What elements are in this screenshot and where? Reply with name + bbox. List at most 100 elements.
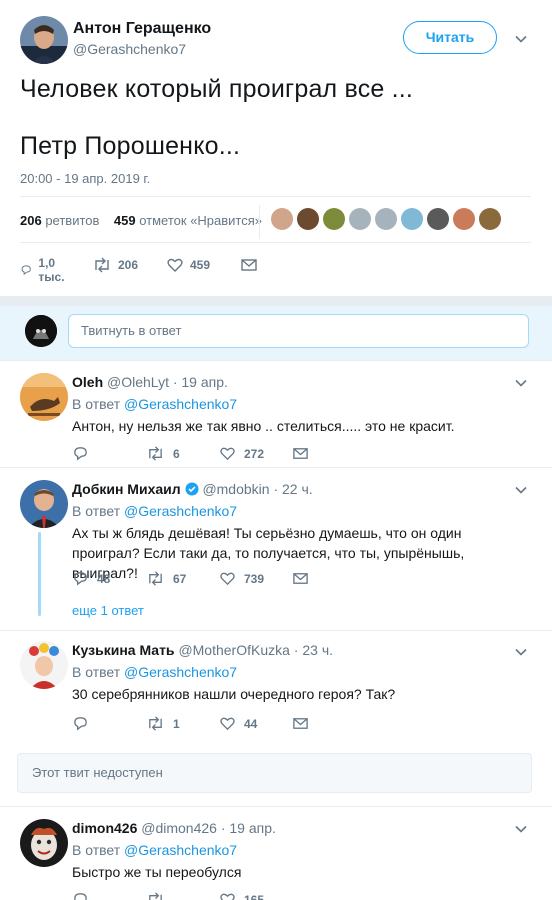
reply-button[interactable]: 48 bbox=[72, 570, 110, 587]
direct-message-button[interactable] bbox=[292, 445, 309, 462]
reply-tweet[interactable]: dimon426 @dimon426 · 19 апр. В ответ @Ge… bbox=[0, 806, 552, 900]
like-count: 44 bbox=[244, 716, 258, 731]
retweet-button[interactable]: 1 bbox=[146, 715, 180, 732]
in-reply-to-link[interactable]: @Gerashchenko7 bbox=[124, 842, 237, 858]
reply-avatar[interactable] bbox=[20, 480, 68, 528]
chevron-down-icon[interactable] bbox=[514, 822, 528, 836]
in-reply-to-link[interactable]: @Gerashchenko7 bbox=[124, 664, 237, 680]
divider bbox=[20, 242, 531, 243]
reply-count: 1,0 тыс. bbox=[38, 256, 65, 284]
retweet-icon bbox=[95, 257, 109, 273]
retweet-button[interactable]: 206 bbox=[92, 256, 138, 274]
retweet-icon bbox=[149, 892, 162, 900]
reply-text: Антон, ну нельзя же так явно .. стелитьс… bbox=[72, 418, 455, 434]
main-tweet: Антон Геращенко @Gerashchenko7 Читать Че… bbox=[0, 0, 552, 296]
reply-icon bbox=[74, 572, 87, 586]
divider bbox=[259, 205, 260, 239]
retweets-stat[interactable]: 206 ретвитов bbox=[20, 213, 99, 228]
envelope-icon bbox=[241, 259, 257, 271]
in-reply-to-link[interactable]: @Gerashchenko7 bbox=[124, 396, 237, 412]
reply-tweet[interactable]: Добкин Михаил @mdobkin · 22 ч. В ответ @… bbox=[0, 467, 552, 630]
liker-avatar[interactable] bbox=[479, 208, 501, 230]
reply-author-handle[interactable]: @OlehLyt · 19 апр. bbox=[107, 374, 228, 390]
chevron-down-icon[interactable] bbox=[514, 32, 528, 46]
reply-icon bbox=[21, 265, 31, 276]
current-user-avatar[interactable] bbox=[25, 315, 57, 347]
liker-avatar[interactable] bbox=[453, 208, 475, 230]
liker-avatar[interactable] bbox=[401, 208, 423, 230]
reply-author-handle[interactable]: @mdobkin · 22 ч. bbox=[202, 481, 312, 497]
liker-avatar[interactable] bbox=[349, 208, 371, 230]
envelope-icon bbox=[293, 448, 308, 459]
retweet-icon bbox=[149, 446, 162, 461]
tweet-stats: 206 ретвитов 459 отметок «Нравится» bbox=[20, 213, 262, 228]
unavailable-tweet-notice: Этот твит недоступен bbox=[17, 753, 532, 793]
like-button[interactable]: 739 bbox=[219, 570, 264, 587]
chevron-down-icon[interactable] bbox=[514, 483, 528, 497]
like-button[interactable]: 44 bbox=[219, 715, 257, 732]
heart-icon bbox=[220, 893, 235, 900]
chevron-down-icon[interactable] bbox=[514, 645, 528, 659]
retweet-count: 1 bbox=[173, 716, 180, 731]
retweet-icon bbox=[149, 716, 162, 731]
in-reply-to: В ответ @Gerashchenko7 bbox=[72, 396, 238, 412]
liker-avatar[interactable] bbox=[271, 208, 293, 230]
reply-button[interactable]: 1,0 тыс. bbox=[20, 256, 70, 284]
retweet-count: 67 bbox=[173, 571, 187, 586]
heart-icon bbox=[220, 447, 235, 461]
reply-button[interactable] bbox=[72, 715, 97, 732]
direct-message-button[interactable] bbox=[292, 570, 309, 587]
author-avatar[interactable] bbox=[20, 16, 68, 64]
show-more-replies-link[interactable]: еще 1 ответ bbox=[72, 603, 144, 618]
retweet-count: 206 bbox=[118, 258, 139, 272]
author-name[interactable]: Антон Геращенко bbox=[73, 20, 211, 38]
reply-author-handle[interactable]: @MotherOfKuzka · 23 ч. bbox=[178, 642, 333, 658]
reply-text: 30 серебрянников нашли очередного героя?… bbox=[72, 686, 396, 702]
envelope-icon bbox=[293, 573, 308, 584]
reply-icon bbox=[74, 717, 87, 731]
direct-message-button[interactable] bbox=[240, 256, 258, 274]
reply-tweet[interactable]: Oleh @OlehLyt · 19 апр. В ответ @Gerashc… bbox=[0, 360, 552, 467]
reply-text: Быстро же ты переобулся bbox=[72, 864, 242, 880]
follow-button[interactable]: Читать bbox=[403, 21, 497, 54]
like-button[interactable]: 459 bbox=[166, 256, 210, 274]
reply-author-name[interactable]: dimon426 bbox=[72, 820, 137, 836]
reply-author-name[interactable]: Oleh bbox=[72, 374, 103, 390]
reply-icon bbox=[74, 447, 87, 461]
reply-composer: Твитнуть в ответ bbox=[0, 306, 552, 360]
reply-tweet[interactable]: Кузькина Мать @MotherOfKuzka · 23 ч. В о… bbox=[0, 630, 552, 742]
divider bbox=[20, 196, 531, 197]
reply-avatar[interactable] bbox=[20, 819, 68, 867]
like-button[interactable]: 272 bbox=[219, 445, 264, 462]
reply-author-name[interactable]: Кузькина Мать bbox=[72, 642, 175, 658]
verified-badge-icon bbox=[185, 482, 199, 496]
liker-avatar[interactable] bbox=[375, 208, 397, 230]
reply-author-name[interactable]: Добкин Михаил bbox=[72, 481, 181, 497]
liker-avatar[interactable] bbox=[323, 208, 345, 230]
like-button[interactable]: 165 bbox=[219, 891, 264, 900]
reply-button[interactable] bbox=[72, 445, 97, 462]
heart-icon bbox=[220, 572, 235, 586]
reply-avatar[interactable] bbox=[20, 373, 68, 421]
section-gap bbox=[0, 296, 552, 306]
reply-author-handle[interactable]: @dimon426 · 19 апр. bbox=[141, 820, 276, 836]
direct-message-button[interactable] bbox=[292, 715, 309, 732]
heart-icon bbox=[167, 258, 183, 272]
reply-avatar[interactable] bbox=[20, 641, 68, 689]
retweet-button[interactable]: 6 bbox=[146, 445, 180, 462]
like-count: 272 bbox=[244, 446, 265, 461]
retweet-button[interactable]: 67 bbox=[146, 570, 186, 587]
in-reply-to-link[interactable]: @Gerashchenko7 bbox=[124, 503, 237, 519]
chevron-down-icon[interactable] bbox=[514, 376, 528, 390]
retweet-count: 6 bbox=[173, 446, 180, 461]
reply-button[interactable] bbox=[72, 891, 97, 900]
retweet-icon bbox=[149, 571, 162, 586]
likes-stat[interactable]: 459 отметок «Нравится» bbox=[114, 213, 262, 228]
reply-input[interactable]: Твитнуть в ответ bbox=[68, 314, 529, 348]
retweet-button[interactable] bbox=[146, 891, 173, 900]
liker-avatar[interactable] bbox=[297, 208, 319, 230]
author-handle[interactable]: @Gerashchenko7 bbox=[73, 41, 186, 57]
liker-avatar[interactable] bbox=[427, 208, 449, 230]
tweet-datetime[interactable]: 20:00 - 19 апр. 2019 г. bbox=[20, 171, 150, 186]
heart-icon bbox=[220, 717, 235, 731]
